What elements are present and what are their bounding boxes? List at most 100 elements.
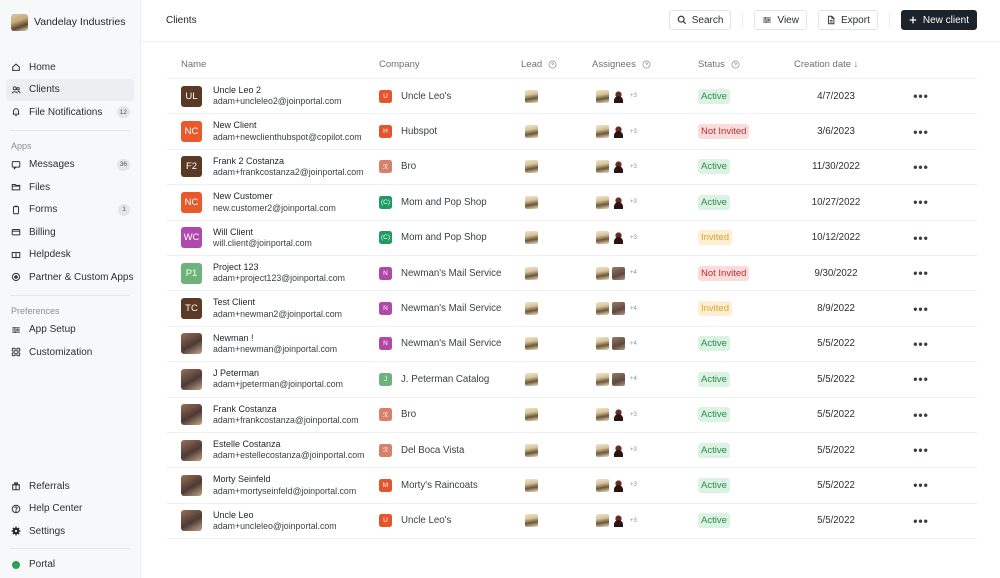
sidebar-item-help-center[interactable]: Help Center	[6, 498, 134, 521]
message-icon	[10, 159, 21, 170]
table-row[interactable]: NC New Client adam+newclienthubspot@copi…	[167, 114, 977, 150]
table-row[interactable]: J Peterman adam+jpeterman@joinportal.com…	[167, 362, 977, 398]
table-row[interactable]: Uncle Leo adam+uncleleo@joinportal.com U…	[167, 504, 977, 540]
more-options-icon[interactable]: •••	[913, 196, 929, 208]
company-cell[interactable]: H Hubspot	[379, 125, 521, 139]
column-header-company[interactable]: Company	[379, 59, 521, 70]
sidebar-item-app-setup[interactable]: App Setup	[6, 319, 134, 342]
sidebar-item-home[interactable]: Home	[6, 56, 134, 79]
row-actions-cell: •••	[886, 232, 956, 244]
company-cell[interactable]: ℛ Bro	[379, 408, 521, 422]
lead-cell	[521, 160, 592, 174]
new-client-button[interactable]: New client	[900, 10, 977, 30]
more-options-icon[interactable]: •••	[913, 515, 929, 527]
workspace-switcher[interactable]: Vandelay Industries	[0, 0, 140, 44]
more-options-icon[interactable]: •••	[913, 373, 929, 385]
more-options-icon[interactable]: •••	[913, 444, 929, 456]
more-options-icon[interactable]: •••	[913, 232, 929, 244]
column-header-name[interactable]: Name	[167, 59, 379, 70]
more-options-icon[interactable]: •••	[913, 479, 929, 491]
column-header-creation-date[interactable]: Creation date ↓	[786, 59, 886, 70]
sidebar-item-settings[interactable]: Settings	[6, 520, 134, 543]
company-cell[interactable]: N Newman's Mail Service	[379, 302, 521, 316]
status-cell: Active	[698, 407, 786, 423]
sidebar-item-referrals[interactable]: Referrals	[6, 475, 134, 498]
export-button[interactable]: Export	[817, 10, 878, 30]
search-button[interactable]: Search	[668, 10, 732, 30]
table-row[interactable]: UL Uncle Leo 2 adam+uncleleo2@joinportal…	[167, 79, 977, 115]
sidebar-item-files[interactable]: Files	[6, 176, 134, 199]
creation-date: 3/6/2023	[817, 126, 855, 138]
more-options-icon[interactable]: •••	[913, 267, 929, 279]
sidebar-item-customization[interactable]: Customization	[6, 341, 134, 364]
table-row[interactable]: NC New Customer new.customer2@joinportal…	[167, 185, 977, 221]
column-header-assignees[interactable]: Assignees	[592, 59, 698, 70]
more-options-icon[interactable]: •••	[913, 303, 929, 315]
sidebar-item-billing[interactable]: Billing	[6, 221, 134, 244]
table-row[interactable]: Newman ! adam+newman@joinportal.com N Ne…	[167, 327, 977, 363]
table-row[interactable]: Morty Seinfeld adam+mortyseinfeld@joinpo…	[167, 468, 977, 504]
lead-avatar	[525, 372, 538, 386]
more-options-icon[interactable]: •••	[913, 126, 929, 138]
more-options-icon[interactable]: •••	[913, 409, 929, 421]
client-name: Frank Costanza	[213, 403, 277, 414]
column-header-lead[interactable]: Lead	[521, 59, 592, 70]
assignees-cell[interactable]: +4	[592, 302, 698, 316]
lead-avatar	[525, 514, 538, 528]
more-options-icon[interactable]: •••	[913, 161, 929, 173]
lead-cell	[521, 89, 592, 103]
help-circle-icon[interactable]	[642, 60, 651, 69]
company-cell[interactable]: J J. Peterman Catalog	[379, 372, 521, 386]
clipboard-icon	[10, 204, 21, 215]
assignees-cell[interactable]: +3	[592, 478, 698, 492]
assignees-cell[interactable]: +3	[592, 231, 698, 245]
assignees-cell[interactable]: +3	[592, 514, 698, 528]
table-row[interactable]: F2 Frank 2 Costanza adam+frankcostanza2@…	[167, 150, 977, 186]
company-cell[interactable]: N Newman's Mail Service	[379, 337, 521, 351]
status-badge: Active	[698, 194, 730, 210]
more-options-icon[interactable]: •••	[913, 90, 929, 102]
lead-cell	[521, 195, 592, 209]
sidebar-item-partner-custom-apps[interactable]: Partner & Custom Apps	[6, 266, 134, 289]
company-cell[interactable]: U Uncle Leo's	[379, 514, 521, 528]
client-cell: TC Test Client adam+newman2@joinportal.c…	[167, 297, 379, 320]
assignees-cell[interactable]: +4	[592, 266, 698, 280]
assignees-cell[interactable]: +3	[592, 160, 698, 174]
company-cell[interactable]: M Morty's Raincoats	[379, 478, 521, 492]
sidebar: Vandelay Industries Home Clients File No…	[0, 0, 141, 578]
company-cell[interactable]: N Newman's Mail Service	[379, 266, 521, 280]
portal-link[interactable]: Portal	[6, 554, 134, 577]
table-row[interactable]: Estelle Costanza adam+estellecostanza@jo…	[167, 433, 977, 469]
assignees-cell[interactable]: +3	[592, 443, 698, 457]
company-cell[interactable]: ℛ Del Boca Vista	[379, 443, 521, 457]
company-cell[interactable]: ℛ Bro	[379, 160, 521, 174]
assignees-cell[interactable]: +4	[592, 372, 698, 386]
assignees-cell[interactable]: +3	[592, 408, 698, 422]
more-options-icon[interactable]: •••	[913, 338, 929, 350]
assignees-cell[interactable]: +3	[592, 89, 698, 103]
assignees-cell[interactable]: +4	[592, 337, 698, 351]
sidebar-item-clients[interactable]: Clients	[6, 78, 134, 101]
company-cell[interactable]: (C) Mom and Pop Shop	[379, 195, 521, 209]
sidebar-item-forms[interactable]: Forms 1	[6, 199, 134, 222]
sidebar-item-label: Help Center	[29, 503, 83, 515]
sidebar-item-helpdesk[interactable]: Helpdesk	[6, 244, 134, 267]
help-circle-icon[interactable]	[548, 60, 557, 69]
company-cell[interactable]: (C) Mom and Pop Shop	[379, 231, 521, 245]
help-circle-icon[interactable]	[731, 60, 740, 69]
table-row[interactable]: TC Test Client adam+newman2@joinportal.c…	[167, 291, 977, 327]
lead-avatar	[525, 125, 538, 139]
company-cell[interactable]: U Uncle Leo's	[379, 89, 521, 103]
sidebar-item-file-notifications[interactable]: File Notifications 12	[6, 101, 134, 124]
assignees-cell[interactable]: +3	[592, 195, 698, 209]
assignee-avatar	[596, 160, 609, 174]
view-button[interactable]: View	[754, 10, 807, 30]
assignees-cell[interactable]: +3	[592, 125, 698, 139]
table-row[interactable]: Frank Costanza adam+frankcostanza@joinpo…	[167, 398, 977, 433]
column-header-status[interactable]: Status	[698, 59, 786, 70]
company-name: Newman's Mail Service	[401, 267, 502, 279]
sidebar-item-messages[interactable]: Messages 36	[6, 154, 134, 177]
page-title: Clients	[166, 15, 197, 26]
table-row[interactable]: WC Will Client will.client@joinportal.co…	[167, 221, 977, 256]
table-row[interactable]: P1 Project 123 adam+project123@joinporta…	[167, 256, 977, 292]
